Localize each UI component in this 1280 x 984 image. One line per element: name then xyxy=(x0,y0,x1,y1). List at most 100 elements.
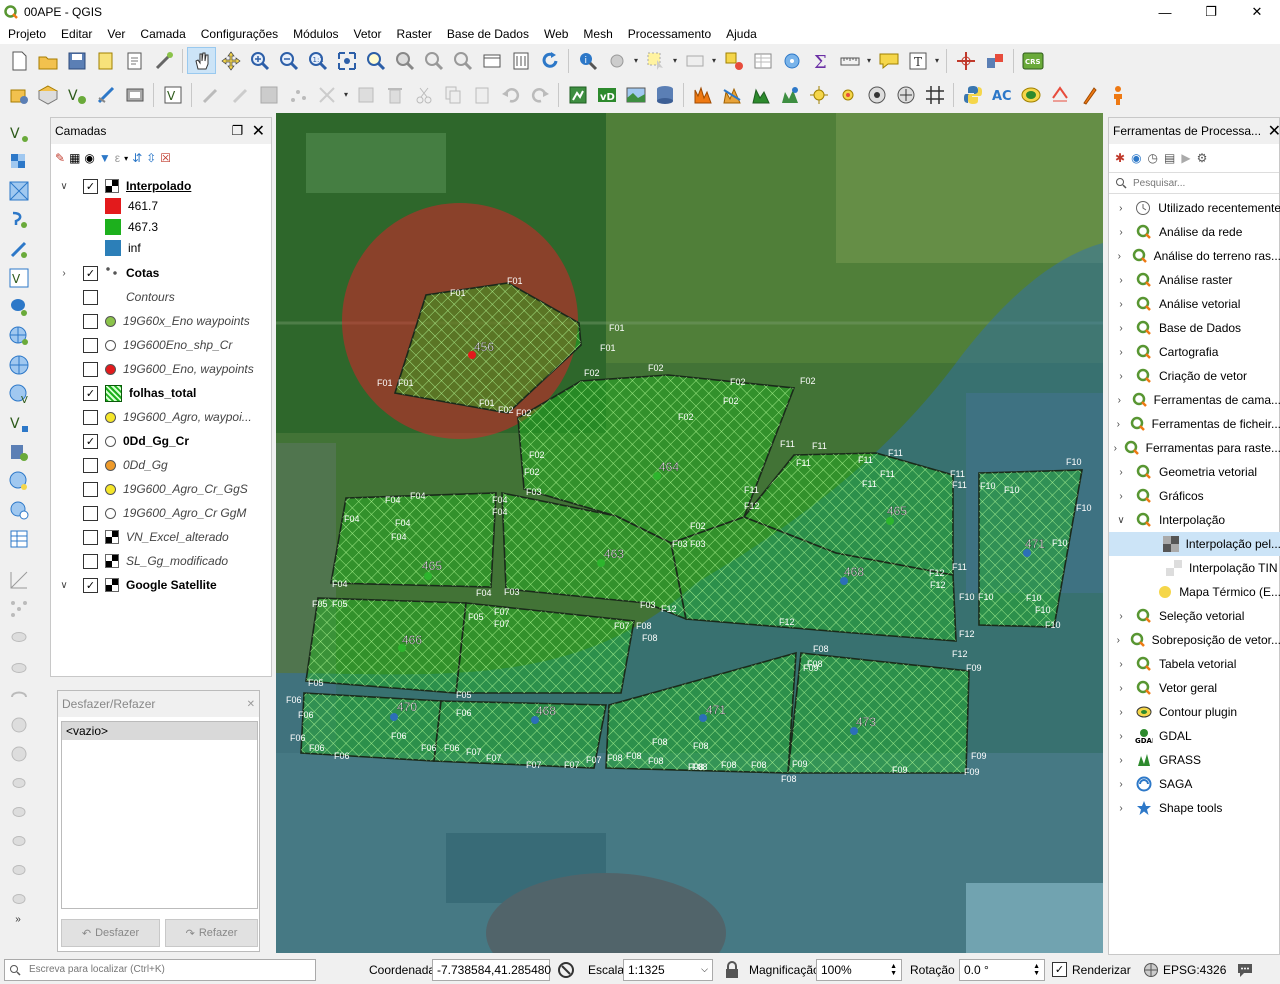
add-vector-layer-icon[interactable]: V xyxy=(158,81,187,108)
layer-visibility-checkbox[interactable] xyxy=(83,409,98,425)
processing-group[interactable]: ∨ Interpolação xyxy=(1109,508,1280,532)
layer-name[interactable]: 0Dd_Gg xyxy=(123,458,168,472)
processing-group[interactable]: › Base de Dados xyxy=(1109,316,1280,340)
profile-tool4-icon[interactable] xyxy=(775,81,804,108)
remove-layer-icon[interactable]: ☒ xyxy=(160,151,171,165)
save-edits-icon[interactable] xyxy=(254,81,283,108)
layer-row[interactable]: ✓ folhas_total xyxy=(51,381,196,405)
digitize-pen-icon[interactable] xyxy=(196,81,225,108)
rotation-spin-icon[interactable]: ▲ ▼ xyxy=(1033,963,1040,977)
scripts-icon[interactable]: ◉ xyxy=(1131,151,1141,165)
restore-button[interactable]: ❐ xyxy=(1188,0,1234,24)
layer-row[interactable]: 0Dd_Gg xyxy=(51,453,168,477)
processing-group[interactable]: › Contour plugin xyxy=(1109,700,1280,724)
layer-name[interactable]: VN_Excel_alterado xyxy=(126,530,229,544)
magnification-spin-icon[interactable]: ▲ ▼ xyxy=(890,963,897,977)
processing-group[interactable]: › Ferramentas de cama... xyxy=(1109,388,1280,412)
float-panel-icon[interactable]: ❐ xyxy=(231,123,243,139)
processing-group[interactable]: › Shape tools xyxy=(1109,796,1280,820)
chevron-right-icon[interactable]: › xyxy=(1113,635,1124,646)
layer-row[interactable]: ∨ ✓ Interpolado xyxy=(51,174,271,198)
add-virtual-icon[interactable]: V xyxy=(4,264,33,291)
shape-tool10-icon[interactable] xyxy=(4,885,33,912)
add-vector-icon[interactable]: V xyxy=(4,119,33,146)
chevron-right-icon[interactable]: › xyxy=(1113,395,1126,406)
processing-group[interactable]: › Análise do terreno ras... xyxy=(1109,244,1280,268)
layer-visibility-checkbox[interactable] xyxy=(83,457,98,473)
close-window-button[interactable]: ✕ xyxy=(1234,0,1280,24)
new-project-icon[interactable] xyxy=(4,47,33,74)
layer-row[interactable]: 19G600_Agro_Cr_GgS xyxy=(51,477,248,501)
processing-algorithm[interactable]: Mapa Térmico (E... xyxy=(1109,580,1280,604)
processing-group[interactable]: › SAGA xyxy=(1109,772,1280,796)
profile-tool3-icon[interactable] xyxy=(746,81,775,108)
chevron-right-icon[interactable]: › xyxy=(1113,227,1129,238)
add-mesh-icon[interactable] xyxy=(4,177,33,204)
processing-search[interactable]: Pesquisar... xyxy=(1109,172,1279,194)
add-geonode-icon[interactable] xyxy=(4,496,33,523)
modify-attributes-icon[interactable] xyxy=(351,81,380,108)
chevron-right-icon[interactable]: › xyxy=(1113,347,1129,358)
layer-row[interactable]: 19G600Eno_shp_Cr xyxy=(51,333,232,357)
filter-dropdown-icon[interactable]: ▾ xyxy=(124,154,128,163)
zoom-native-icon[interactable]: 1:1 xyxy=(303,47,332,74)
shape-tool5-icon[interactable] xyxy=(4,740,33,767)
menu-ver[interactable]: Ver xyxy=(99,27,132,41)
menu-vetor[interactable]: Vetor xyxy=(346,27,389,41)
processing-group[interactable]: › Ferramentas de ficheir... xyxy=(1109,412,1280,436)
layer-visibility-checkbox[interactable] xyxy=(83,529,98,545)
layer-visibility-checkbox[interactable]: ✓ xyxy=(83,577,98,593)
add-group-icon[interactable]: ▦ xyxy=(69,151,80,165)
layer-visibility-checkbox[interactable] xyxy=(83,553,98,569)
rotation-field[interactable]: 0.0 ° ▲ ▼ xyxy=(959,958,1045,981)
identify-features-icon[interactable]: i xyxy=(573,47,602,74)
zoom-in-icon[interactable] xyxy=(245,47,274,74)
add-wms-icon[interactable] xyxy=(4,322,33,349)
menu-mesh[interactable]: Mesh xyxy=(575,27,619,41)
vertex-tool-icon[interactable] xyxy=(312,81,341,108)
measure-icon[interactable] xyxy=(835,47,864,74)
select-features-icon[interactable] xyxy=(641,47,670,74)
undo-icon[interactable] xyxy=(496,81,525,108)
redo-icon[interactable] xyxy=(525,81,554,108)
processing-group[interactable]: › Tabela vetorial xyxy=(1109,652,1280,676)
shape-tool8-icon[interactable] xyxy=(4,827,33,854)
search-input[interactable]: Pesquisar... xyxy=(1133,178,1185,189)
chevron-right-icon[interactable]: › xyxy=(1113,779,1129,790)
data-source-manager-icon[interactable] xyxy=(4,81,33,108)
zoom-to-layer-icon[interactable] xyxy=(390,47,419,74)
processing-group[interactable]: › Análise da rede xyxy=(1109,220,1280,244)
layer-name[interactable]: 19G600Eno_shp_Cr xyxy=(123,338,232,352)
menu-processamento[interactable]: Processamento xyxy=(620,27,718,41)
shape-tool2-icon[interactable] xyxy=(4,653,33,680)
shape-tool1-icon[interactable] xyxy=(4,624,33,651)
georeferencer-icon[interactable] xyxy=(951,47,980,74)
shape-tool9-icon[interactable] xyxy=(4,856,33,883)
add-point-icon[interactable] xyxy=(804,81,833,108)
layer-name[interactable]: 19G600_Agro_Cr GgM xyxy=(123,506,246,520)
new-temp-layer-icon[interactable] xyxy=(91,81,120,108)
filter-expression-icon[interactable]: ε xyxy=(115,151,120,165)
new-virtual-layer-icon[interactable] xyxy=(120,81,149,108)
layout-manager-icon[interactable] xyxy=(120,47,149,74)
layer-row[interactable]: › ✓ Cotas xyxy=(51,261,159,285)
menu-projeto[interactable]: Projeto xyxy=(0,27,53,41)
new-print-layout-icon[interactable] xyxy=(91,47,120,74)
chevron-right-icon[interactable]: › xyxy=(1113,443,1118,454)
chevron-right-icon[interactable]: › xyxy=(1113,203,1129,214)
add-table-icon[interactable] xyxy=(4,525,33,552)
node-tool-icon[interactable] xyxy=(4,595,33,622)
refresh-icon[interactable] xyxy=(535,47,564,74)
chevron-right-icon[interactable]: › xyxy=(1113,299,1129,310)
crs-icon[interactable]: CRS xyxy=(1018,47,1047,74)
processing-group[interactable]: › GRASS xyxy=(1109,748,1280,772)
magnification-field[interactable]: 100% ▲ ▼ xyxy=(816,958,902,981)
map-tips-icon[interactable] xyxy=(874,47,903,74)
new-geopackage-icon[interactable] xyxy=(33,81,62,108)
chevron-right-icon[interactable]: › xyxy=(1113,467,1129,478)
layer-name[interactable]: folhas_total xyxy=(129,386,196,400)
add-wcs-icon[interactable] xyxy=(4,351,33,378)
layer-name[interactable]: 0Dd_Gg_Cr xyxy=(123,434,189,448)
zoom-last-icon[interactable] xyxy=(419,47,448,74)
minimize-button[interactable]: — xyxy=(1142,0,1188,24)
